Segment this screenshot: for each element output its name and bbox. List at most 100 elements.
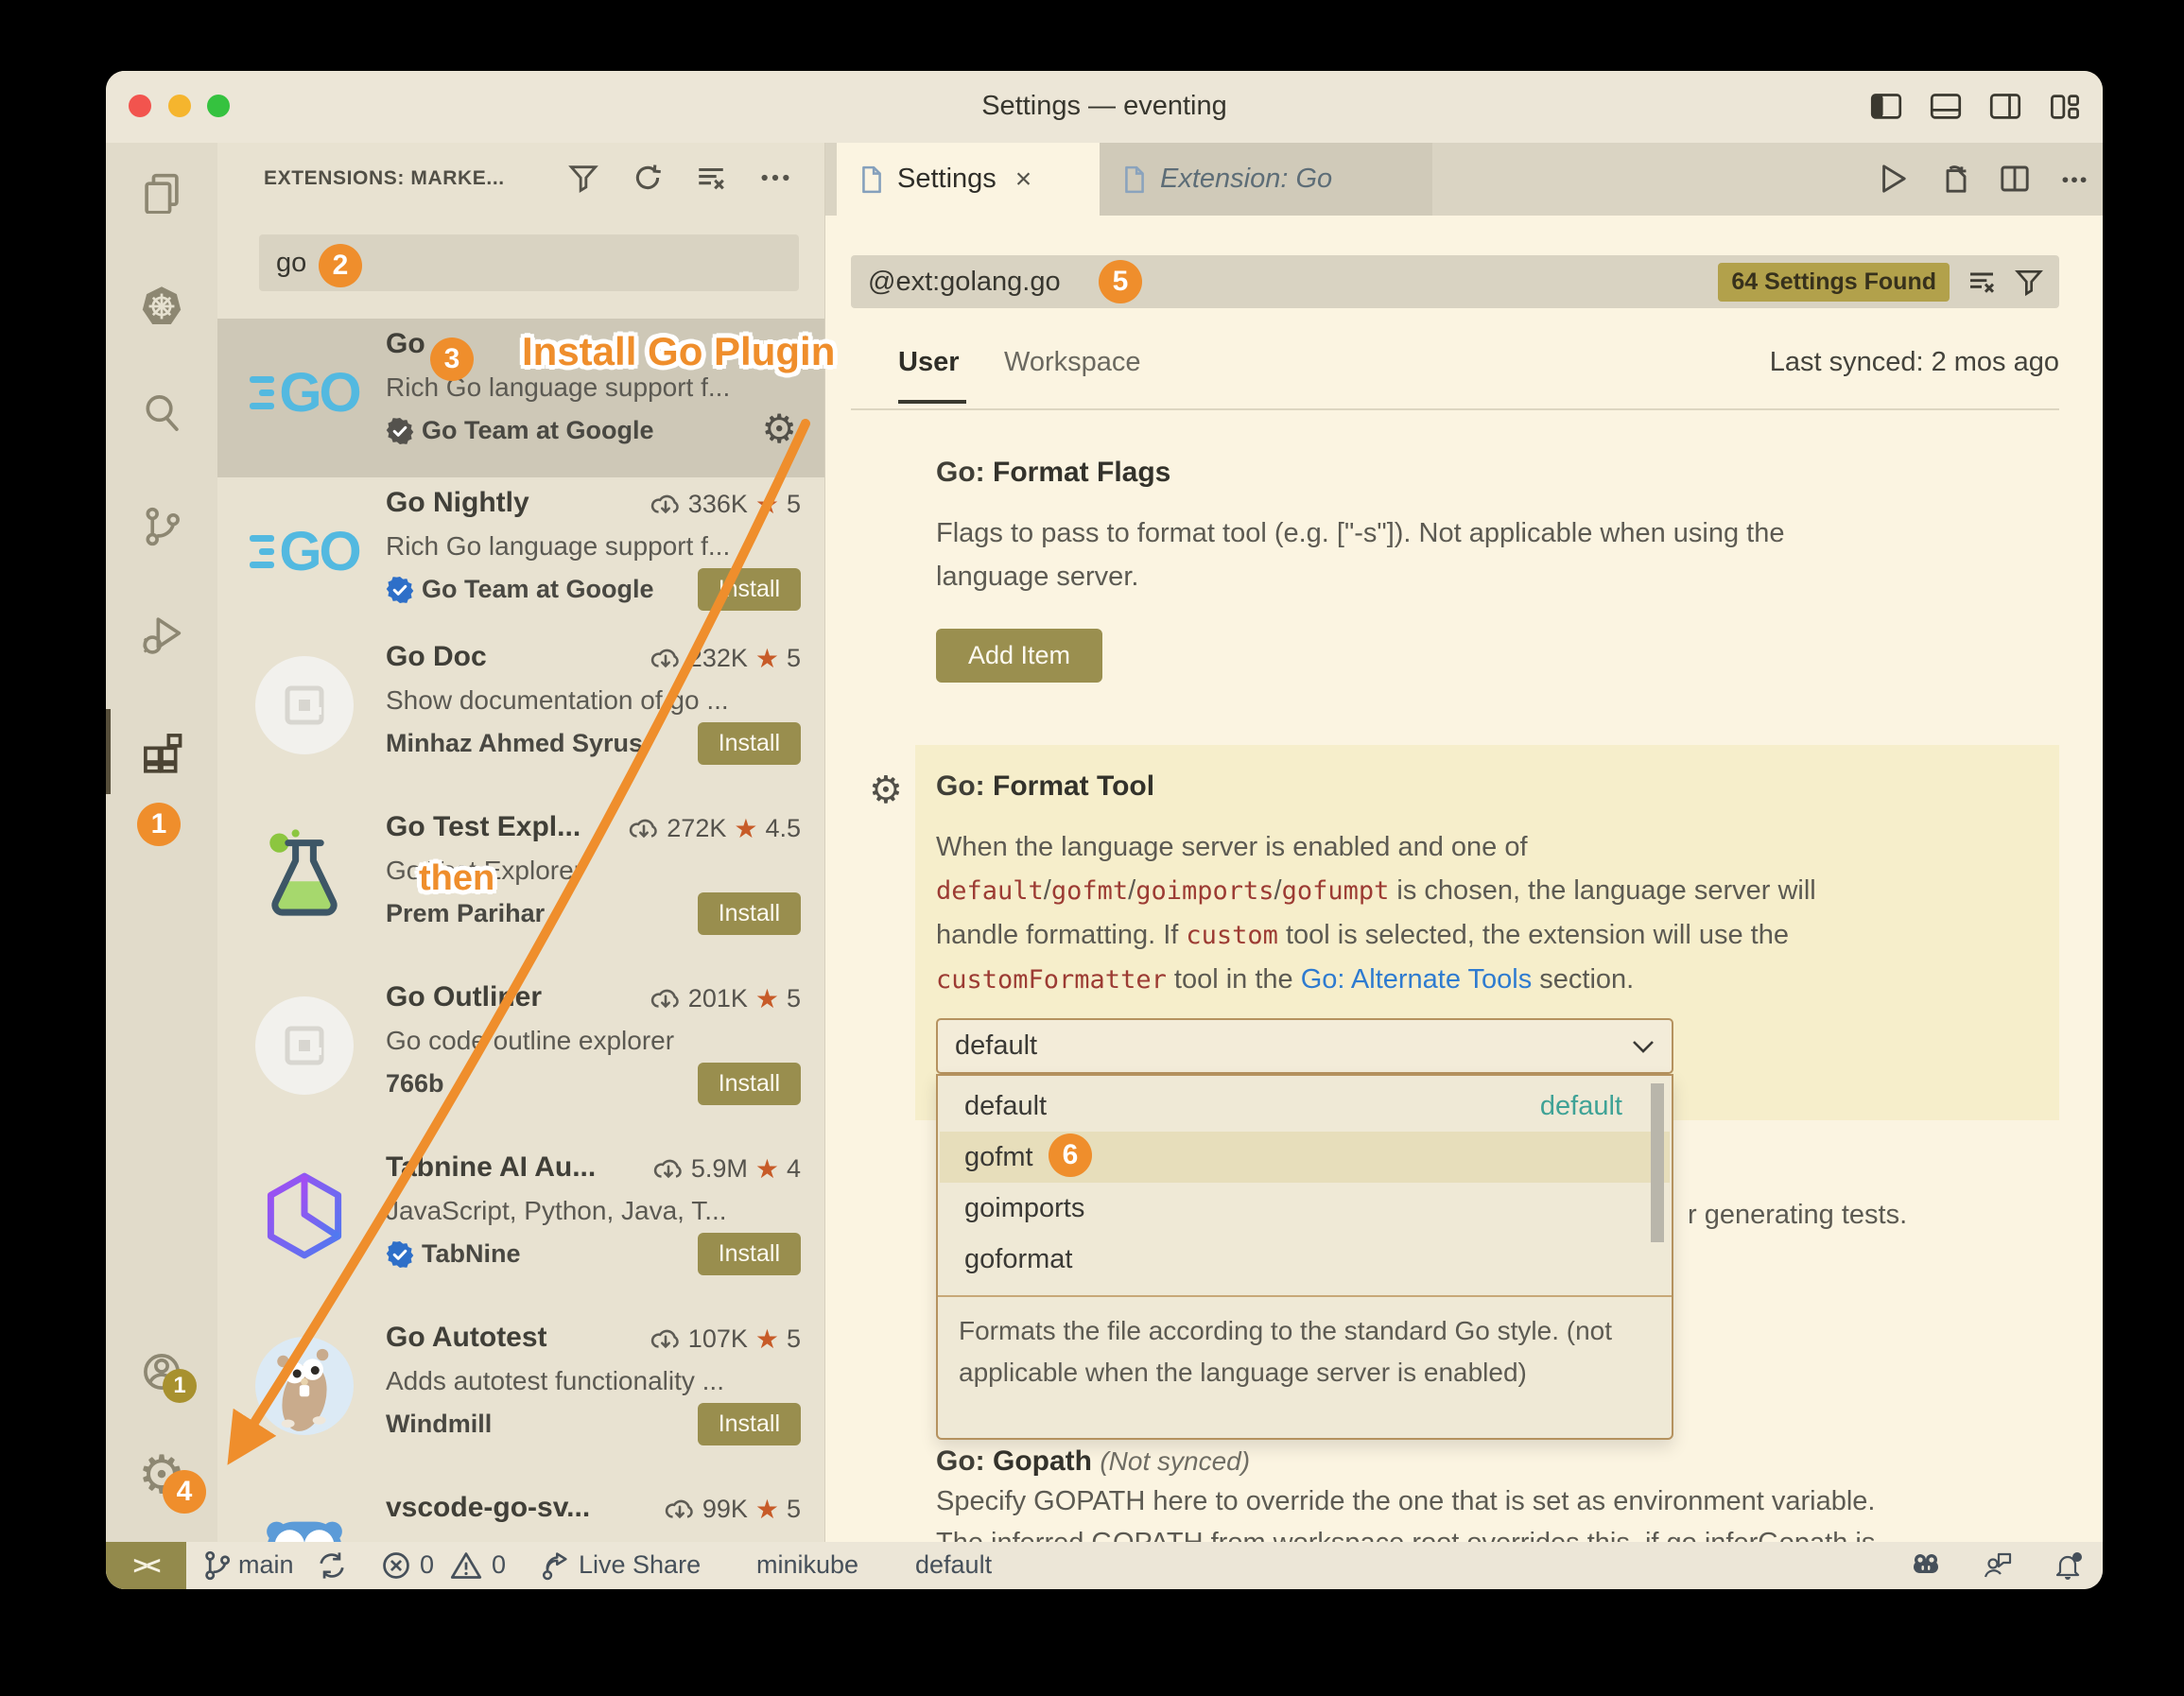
open-settings-json-icon[interactable] xyxy=(1936,162,1970,196)
go-alternate-tools-link[interactable]: Go: Alternate Tools xyxy=(1301,964,1533,995)
toggle-secondary-sidebar-icon[interactable] xyxy=(1989,92,2021,122)
rating: 5 xyxy=(787,644,801,673)
dropdown-scrollbar-thumb[interactable] xyxy=(1651,1083,1664,1242)
install-button[interactable]: Install xyxy=(698,722,801,765)
split-editor-icon[interactable] xyxy=(1998,162,2032,196)
dropdown-option-gofmt[interactable]: gofmt xyxy=(940,1132,1670,1183)
clear-settings-search-icon[interactable] xyxy=(1967,267,1997,297)
extension-icon xyxy=(251,822,357,928)
search-icon[interactable] xyxy=(141,392,182,434)
publisher-name: Minhaz Ahmed Syrus xyxy=(386,729,643,758)
tab-extension-go[interactable]: Extension: Go xyxy=(1100,143,1432,216)
extension-list-item[interactable]: vscode-go-sv...99K★5 xyxy=(217,1482,825,1542)
dropdown-option-goimports[interactable]: goimports xyxy=(940,1183,1670,1234)
extensions-icon[interactable] xyxy=(141,731,182,772)
copilot-icon[interactable] xyxy=(1910,1549,1942,1582)
refresh-icon[interactable] xyxy=(632,162,664,194)
setting-title-format-flags: Go: Format Flags xyxy=(936,457,1170,489)
install-button[interactable]: Install xyxy=(698,1233,801,1275)
format-tool-select-value: default xyxy=(955,1030,1037,1062)
activity-bar: 1 ⚙ xyxy=(106,143,217,1542)
format-tool-select[interactable]: default xyxy=(936,1018,1673,1074)
source-control-icon[interactable] xyxy=(141,506,182,547)
extension-list-item[interactable]: Go Doc232K★5Show documentation of go ...… xyxy=(217,632,825,787)
extensions-sidebar: EXTENSIONS: MARKE... go GOGoRich Go lang… xyxy=(217,143,825,1542)
manage-extension-gear-icon[interactable]: ⚙ xyxy=(761,409,797,449)
install-button[interactable]: Install xyxy=(698,1403,801,1445)
close-tab-icon[interactable]: × xyxy=(1015,164,1032,196)
remote-indicator[interactable]: >< xyxy=(106,1542,186,1589)
downloads-icon xyxy=(665,1497,695,1522)
setting-gear-icon[interactable]: ⚙ xyxy=(869,769,903,812)
minikube-context[interactable]: minikube xyxy=(756,1550,858,1580)
filter-settings-icon[interactable] xyxy=(2014,267,2044,297)
extension-publisher: Go Team at Google xyxy=(386,575,654,604)
errors-icon[interactable] xyxy=(380,1549,412,1582)
clear-search-results-icon[interactable] xyxy=(695,162,727,194)
downloads-icon xyxy=(653,1157,684,1182)
run-settings-icon[interactable] xyxy=(1875,162,1909,196)
setting-title-format-tool: Go: Format Tool xyxy=(936,770,1154,803)
scope-tab-user[interactable]: User xyxy=(898,347,960,378)
sync-icon[interactable] xyxy=(316,1549,348,1582)
run-debug-icon[interactable] xyxy=(141,614,182,655)
settings-gear-icon[interactable]: ⚙ xyxy=(141,1454,182,1496)
verified-publisher-icon xyxy=(386,417,414,445)
partially-hidden-setting-text: r generating tests. xyxy=(1688,1200,1907,1231)
extensions-search-input[interactable]: go xyxy=(259,234,799,291)
divider xyxy=(851,408,2059,410)
add-item-button[interactable]: Add Item xyxy=(936,629,1102,683)
star-icon: ★ xyxy=(734,813,757,844)
notifications-icon[interactable] xyxy=(2052,1549,2084,1582)
install-button[interactable]: Install xyxy=(698,1063,801,1105)
git-branch-icon xyxy=(200,1549,233,1582)
download-count: 99K xyxy=(702,1495,748,1524)
dropdown-option-goformat[interactable]: goformat xyxy=(940,1234,1670,1285)
star-icon: ★ xyxy=(755,983,779,1014)
branch-name[interactable]: main xyxy=(238,1550,294,1580)
more-editor-actions-icon[interactable] xyxy=(2057,162,2091,196)
tab-settings[interactable]: Settings × xyxy=(837,143,1100,216)
sidebar-header: EXTENSIONS: MARKE... xyxy=(264,167,505,190)
extension-list-item[interactable]: GOGoRich Go language support f...Go Team… xyxy=(217,319,825,477)
extension-list-item[interactable]: GOGo Nightly336K★5Rich Go language suppo… xyxy=(217,477,825,633)
toggle-panel-icon[interactable] xyxy=(1930,92,1962,122)
extension-stats: 5.9M★4 xyxy=(653,1153,801,1185)
more-actions-icon[interactable] xyxy=(759,162,791,194)
extension-name: vscode-go-sv... xyxy=(386,1492,590,1524)
status-bar: >< main 0 0 Live Share minikube default xyxy=(106,1542,2103,1589)
extension-publisher: TabNine xyxy=(386,1239,521,1269)
scope-tab-workspace[interactable]: Workspace xyxy=(1004,347,1141,378)
flask-icon xyxy=(263,828,346,923)
error-count[interactable]: 0 xyxy=(420,1550,434,1580)
install-button[interactable]: Install xyxy=(698,568,801,611)
warning-count[interactable]: 0 xyxy=(492,1550,506,1580)
settings-search-input[interactable]: @ext:golang.go 64 Settings Found xyxy=(851,255,2059,308)
warnings-icon[interactable] xyxy=(450,1549,482,1582)
extension-list-item[interactable]: Tabnine AI Au...5.9M★4JavaScript, Python… xyxy=(217,1142,825,1298)
format-tool-dropdown: defaultdefaultgofmtgoimportsgoformat For… xyxy=(936,1074,1673,1440)
tab-label: Settings xyxy=(897,164,997,195)
explorer-icon[interactable] xyxy=(141,172,182,214)
downloads-icon xyxy=(650,493,681,517)
last-synced-label: Last synced: 2 mos ago xyxy=(1770,347,2059,378)
toggle-primary-sidebar-icon[interactable] xyxy=(1870,92,1902,122)
namespace-default[interactable]: default xyxy=(915,1550,992,1580)
account-badge: 1 xyxy=(163,1369,197,1403)
live-share-label[interactable]: Live Share xyxy=(579,1550,701,1580)
extension-list-item[interactable]: Go Autotest107K★5Adds autotest functiona… xyxy=(217,1312,825,1468)
dropdown-option-default[interactable]: defaultdefault xyxy=(940,1081,1670,1132)
download-count: 201K xyxy=(688,984,748,1013)
extension-list-item[interactable]: Go Outliner201K★5Go code outline explore… xyxy=(217,972,825,1128)
kubernetes-icon[interactable] xyxy=(141,286,182,327)
publisher-name: Windmill xyxy=(386,1410,492,1439)
install-button[interactable]: Install xyxy=(698,892,801,935)
feedback-icon[interactable] xyxy=(1982,1549,2014,1582)
download-count: 107K xyxy=(688,1324,748,1354)
customize-layout-icon[interactable] xyxy=(2049,92,2081,122)
publisher-name: Prem Parihar xyxy=(386,899,545,928)
extension-list-item[interactable]: Go Test Expl...272K★4.5Go Test ExplorerP… xyxy=(217,802,825,958)
extension-stats: 272K★4.5 xyxy=(629,813,801,844)
go-logo-icon: GO xyxy=(250,520,358,583)
filter-icon[interactable] xyxy=(567,162,599,194)
